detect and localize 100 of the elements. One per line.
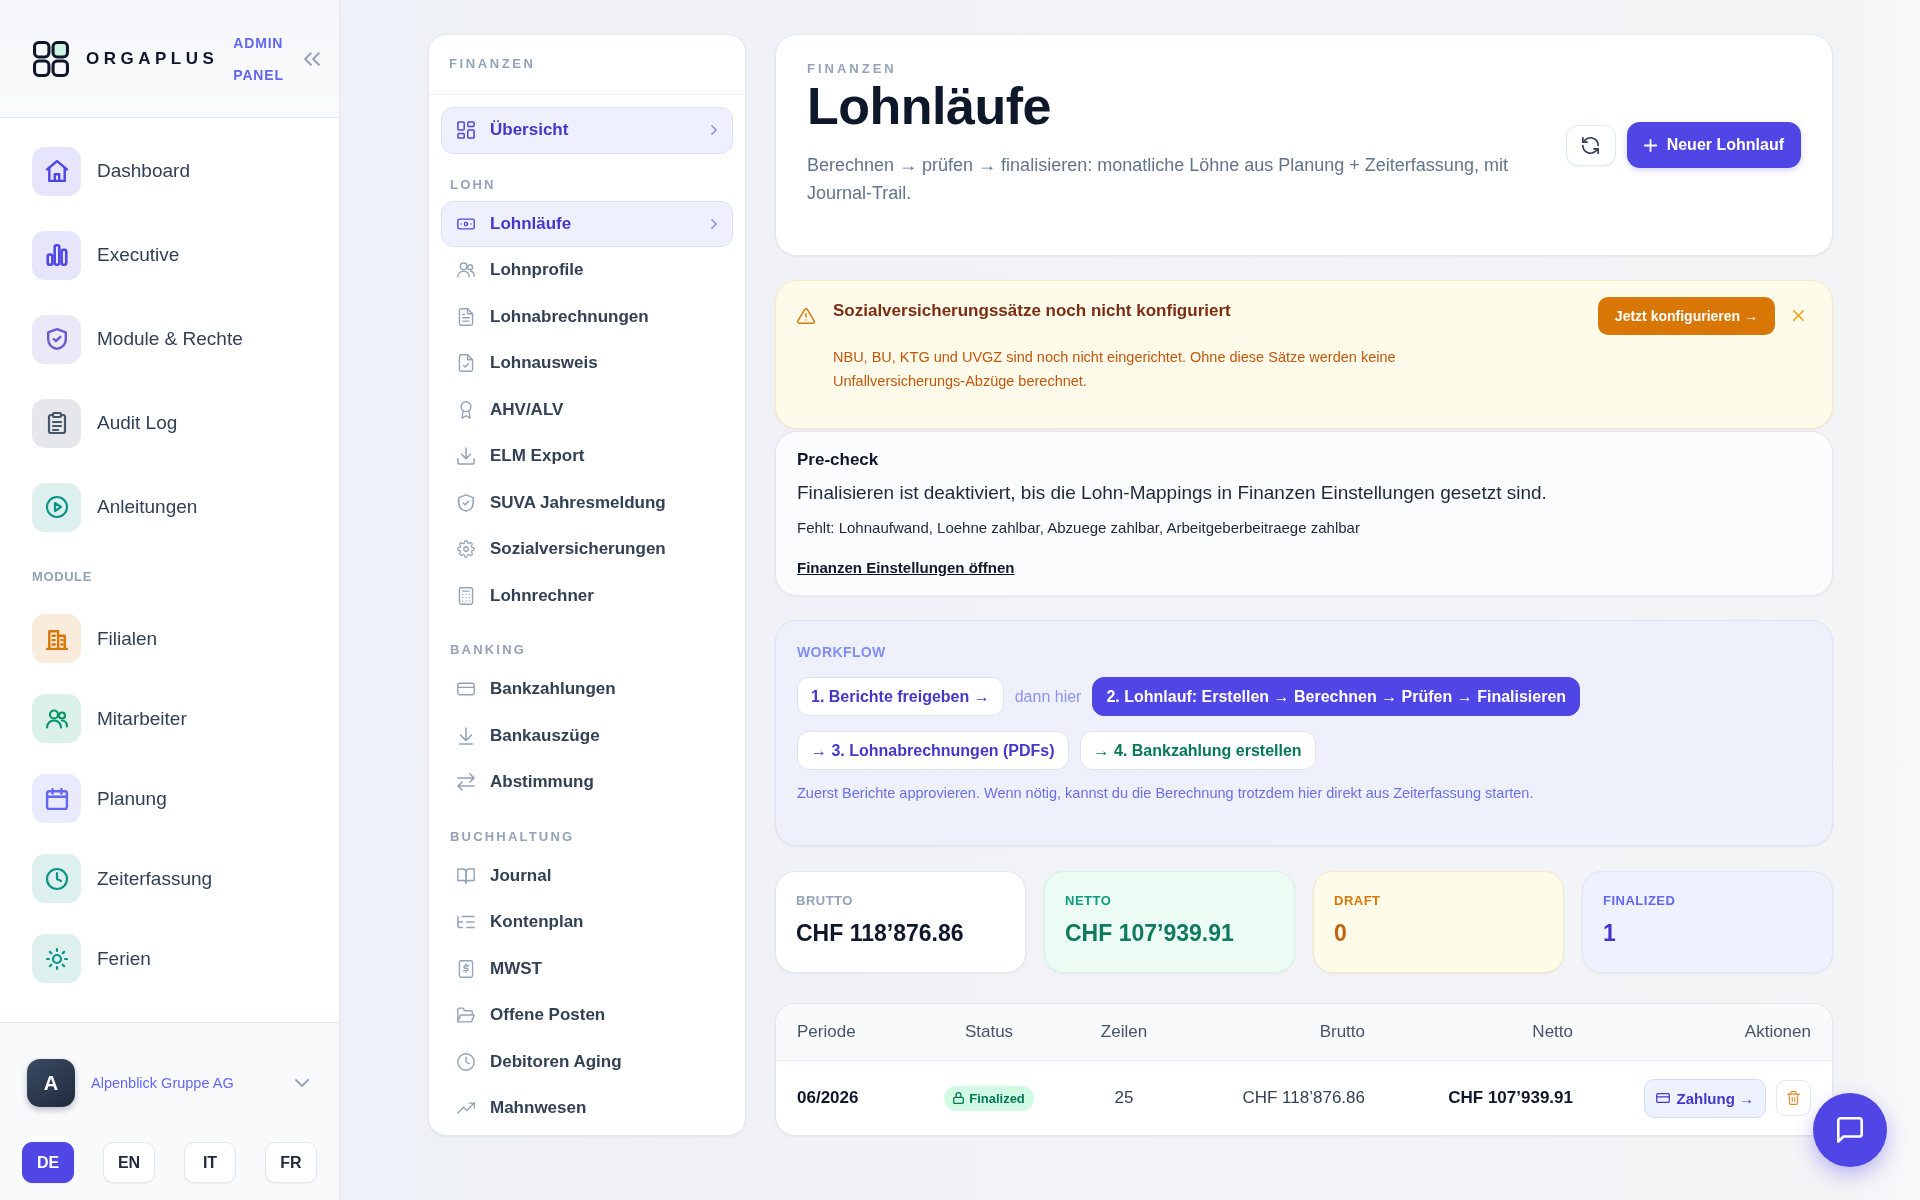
chevron-down-icon[interactable] xyxy=(295,1079,309,1087)
plus-icon xyxy=(1643,138,1657,152)
precheck-title: Pre-check xyxy=(797,450,879,470)
shield-check-icon xyxy=(457,493,475,512)
nav-item[interactable]: Lohnprofile xyxy=(441,247,733,294)
nav-item[interactable]: SUVA Jahresmeldung xyxy=(441,479,733,526)
grid-icon xyxy=(457,121,475,140)
language-button[interactable]: DE xyxy=(22,1142,74,1183)
document-icon xyxy=(457,307,475,326)
workflow-step[interactable]: → 4. Bankzahlung erstellen xyxy=(1079,731,1316,770)
play-icon xyxy=(32,482,81,532)
calendar-icon xyxy=(32,774,81,823)
close-icon xyxy=(1793,310,1804,321)
home-icon xyxy=(32,146,81,196)
nav-item[interactable]: Übersicht xyxy=(441,107,733,154)
clipboard-icon xyxy=(32,398,81,448)
credit-card-icon xyxy=(1655,1093,1670,1103)
document-check-icon xyxy=(457,354,475,373)
sidebar-item[interactable]: Dashboard xyxy=(32,146,190,196)
chevron-right-icon xyxy=(711,125,717,136)
refresh-button[interactable] xyxy=(1565,124,1616,166)
payment-button[interactable]: Zahlung → xyxy=(1643,1078,1766,1118)
stat-value: CHF 118’876.86 xyxy=(796,919,964,947)
column-header: Brutto xyxy=(1319,1022,1365,1042)
workflow-step[interactable]: 2. Lohnlauf: Erstellen → Berechnen → Prüfen → Finalisieren xyxy=(1092,677,1581,716)
bar-chart-icon xyxy=(32,230,81,280)
chat-button[interactable] xyxy=(1813,1093,1887,1167)
nav-item[interactable]: Lohnabrechnungen xyxy=(441,293,733,340)
nav-item[interactable]: Lohnausweis xyxy=(441,340,733,387)
shield-check-icon xyxy=(32,314,81,364)
language-button[interactable]: FR xyxy=(265,1142,317,1183)
swap-arrows-icon xyxy=(457,773,475,792)
table-cell: 25 xyxy=(1114,1088,1134,1108)
column-header: Status xyxy=(964,1022,1014,1042)
avatar: A xyxy=(27,1059,75,1107)
precheck-message: Finalisieren ist deaktiviert, bis die Lohn-Mappings in Finanzen Einstellungen gesetzt sind. xyxy=(797,481,1547,505)
sidebar-item[interactable]: Ferien xyxy=(32,934,151,983)
calculator-icon xyxy=(457,586,475,605)
gear-icon xyxy=(457,540,475,559)
arrow-down-icon xyxy=(457,726,475,745)
nav-item[interactable]: Lohnläufe xyxy=(441,200,733,247)
lock-icon xyxy=(953,1092,965,1104)
nav-item[interactable]: Kontenplan xyxy=(441,899,733,946)
missing-mappings-text: Fehlt: Lohnaufwand, Loehne zahlbar, Abzuege zahlbar, Arbeitgeberbeitraege zahlbar xyxy=(797,518,1360,538)
building-icon xyxy=(32,614,81,663)
nav-item[interactable]: Bankzahlungen xyxy=(441,666,733,713)
workflow-step[interactable]: 1. Berichte freigeben → xyxy=(797,677,1004,716)
clock-icon xyxy=(457,1052,475,1071)
table-cell: 06/2026 xyxy=(797,1088,859,1108)
workflow-note: Zuerst Berichte approvieren. Wenn nötig, kannst du die Berechnung trotzdem hier direkt aus Zeiterfassung starten. xyxy=(797,784,1534,803)
nav-item[interactable]: Debitoren Aging xyxy=(441,1038,733,1085)
language-button[interactable]: IT xyxy=(184,1142,236,1183)
warning-icon xyxy=(797,308,815,324)
column-header: Aktionen xyxy=(1744,1022,1811,1042)
stat-label: FINALIZED xyxy=(1603,893,1676,909)
page-title: Lohnläufe xyxy=(807,78,1051,134)
nav-item[interactable]: AHV/ALV xyxy=(441,386,733,433)
workflow-step[interactable]: → 3. Lohnabrechnungen (PDFs) xyxy=(797,731,1069,770)
delete-button[interactable] xyxy=(1776,1080,1811,1116)
award-icon xyxy=(457,400,475,419)
stat-value: CHF 107’939.91 xyxy=(1065,919,1234,947)
section-label: MODULE xyxy=(32,569,92,585)
sidebar-item[interactable]: Planung xyxy=(32,774,167,823)
nav-item[interactable]: Offene Posten xyxy=(441,992,733,1039)
nav-item[interactable]: MWST xyxy=(441,945,733,992)
collapse-icon[interactable] xyxy=(304,51,320,66)
column-header: Periode xyxy=(797,1022,856,1042)
receipt-icon xyxy=(457,959,475,978)
alert-message: NBU, BU, KTG und UVGZ sind noch nicht eingerichtet. Ohne diese Sätze werden keine Unfallversicherungs-Abzüge berechnet. xyxy=(833,348,1397,391)
folder-icon xyxy=(457,1006,475,1025)
brand-name: ORGAPLUS xyxy=(86,48,219,69)
clock-icon xyxy=(32,854,81,903)
stat-value: 0 xyxy=(1334,919,1347,947)
nav-item[interactable]: Abstimmung xyxy=(441,759,733,806)
nav-item[interactable]: Lohnrechner xyxy=(441,572,733,619)
stat-value: 1 xyxy=(1603,919,1616,947)
settings-link[interactable]: Finanzen Einstellungen öffnen xyxy=(797,558,1015,578)
sidebar-item[interactable]: Anleitungen xyxy=(32,482,198,532)
workflow-hint: dann hier xyxy=(1014,687,1082,706)
new-payroll-button[interactable]: Neuer Lohnlauf xyxy=(1626,122,1801,168)
sidebar-item[interactable]: Audit Log xyxy=(32,398,178,448)
nav-item[interactable]: Bankauszüge xyxy=(441,712,733,759)
chat-icon xyxy=(1837,1117,1863,1143)
organization-name[interactable]: Alpenblick Gruppe AG xyxy=(91,1075,234,1091)
nav-item[interactable]: ELM Export xyxy=(441,433,733,480)
stat-label: DRAFT xyxy=(1334,893,1381,909)
sidebar-item[interactable]: Mitarbeiter xyxy=(32,694,187,743)
nav-item[interactable]: Mahnwesen xyxy=(441,1085,733,1132)
language-button[interactable]: EN xyxy=(103,1142,155,1183)
nav-item[interactable]: Journal xyxy=(441,852,733,899)
page-eyebrow: FINANZEN xyxy=(807,60,897,78)
sidebar-item[interactable]: Zeiterfassung xyxy=(32,854,213,903)
sidebar-item[interactable]: Filialen xyxy=(32,614,158,663)
book-icon xyxy=(457,866,475,885)
close-button[interactable] xyxy=(1793,310,1804,321)
status-text: Finalized xyxy=(969,1090,1025,1106)
sun-icon xyxy=(32,934,81,983)
sidebar-item[interactable]: Executive xyxy=(32,230,180,280)
sidebar-item[interactable]: Module & Rechte xyxy=(32,314,243,364)
nav-item[interactable]: Sozialversicherungen xyxy=(441,526,733,573)
